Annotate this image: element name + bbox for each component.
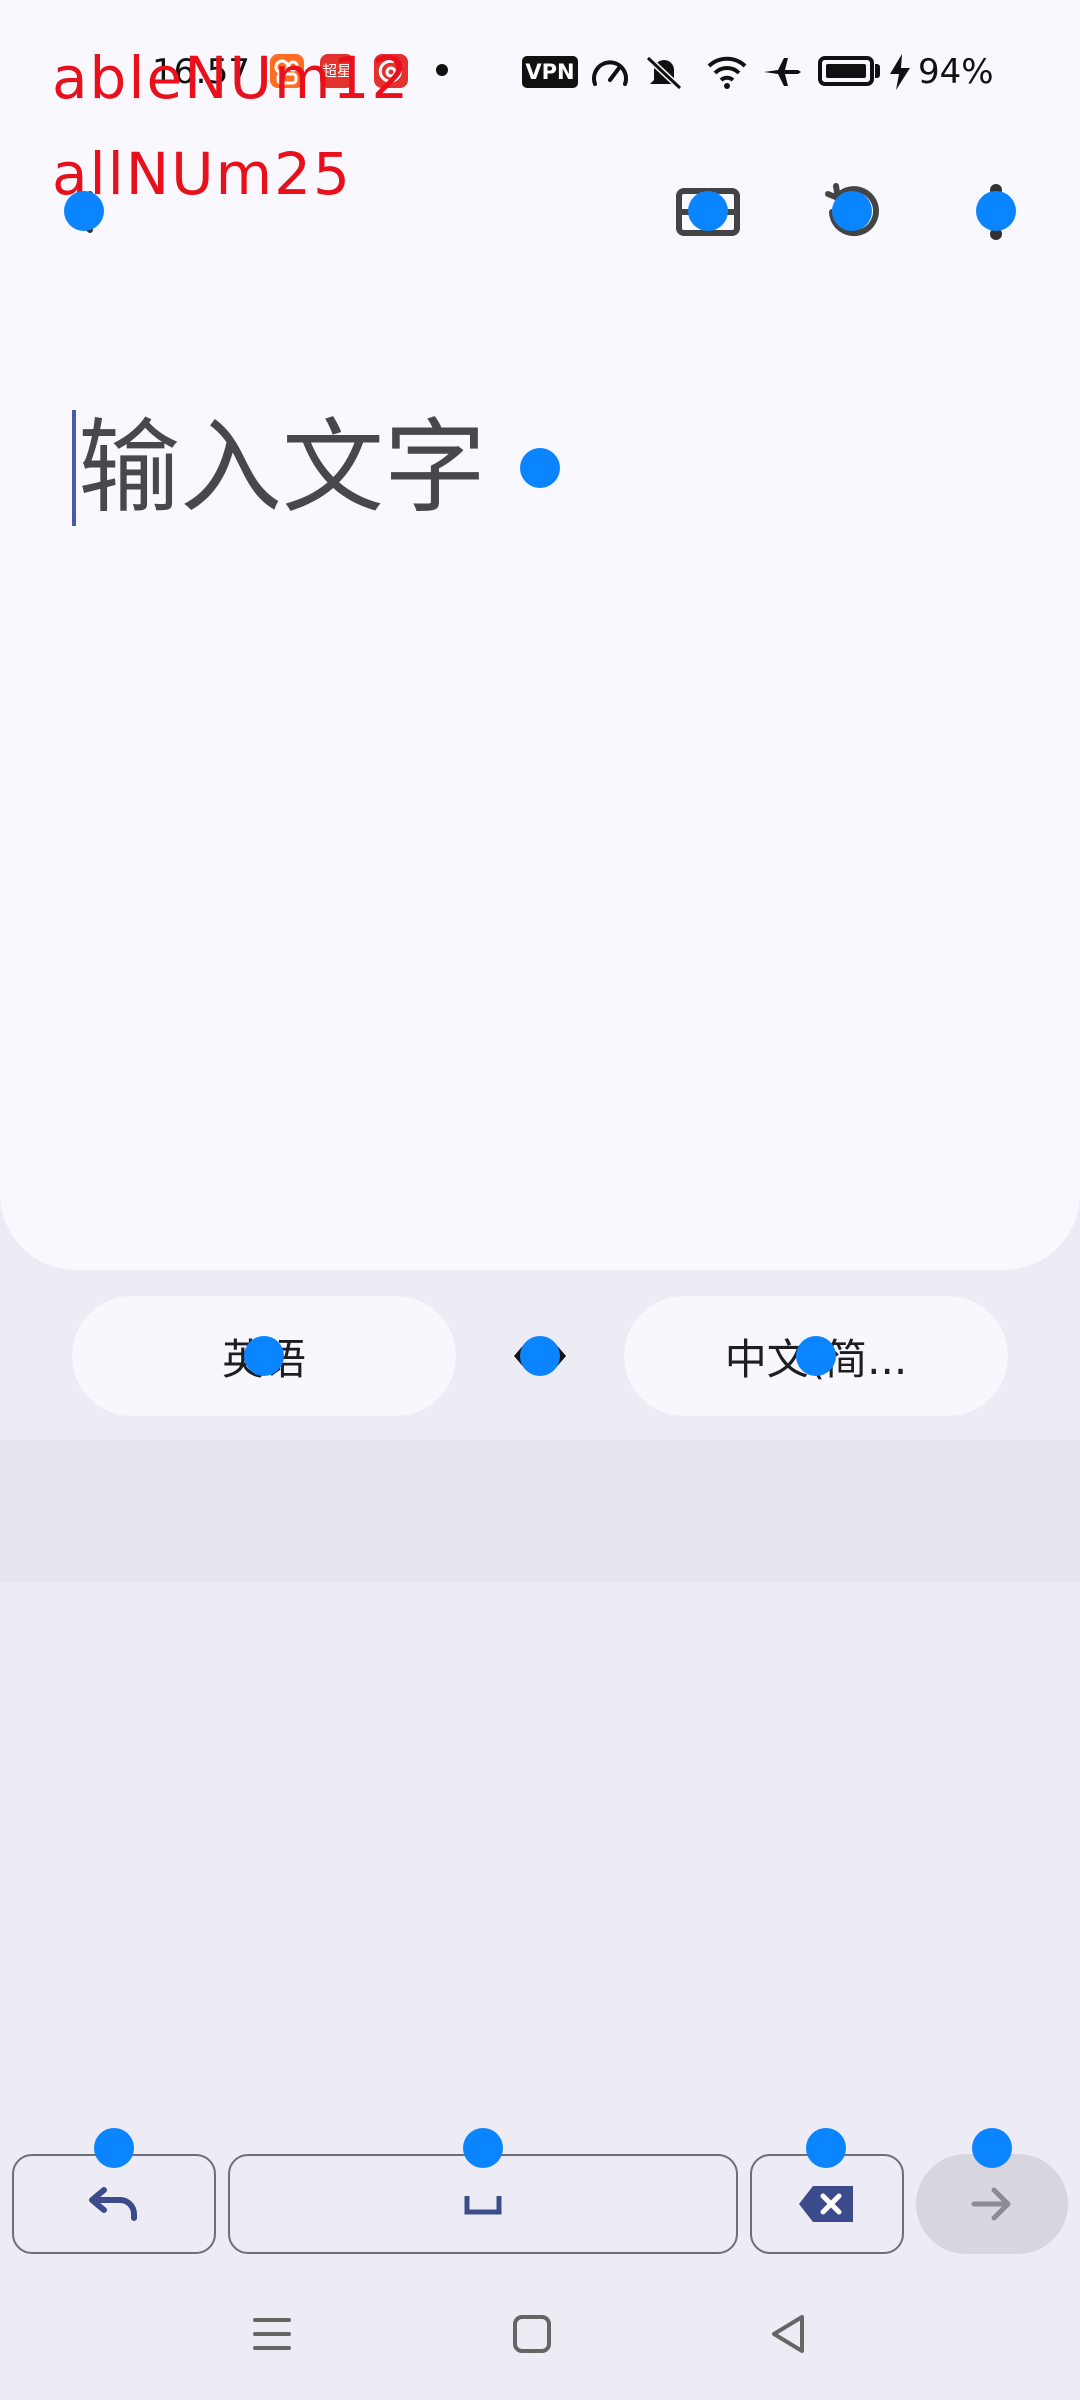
menu-icon — [253, 2318, 291, 2350]
overlay-label-able-num: ableNUm12 — [52, 44, 411, 112]
notification-dot — [436, 64, 448, 76]
charging-icon — [888, 54, 912, 90]
vpn-badge: VPN — [522, 56, 578, 88]
suggestion-bar — [0, 1440, 1080, 1582]
delete-key[interactable] — [750, 2154, 904, 2254]
touch-marker-delete — [806, 2128, 846, 2168]
nav-home-button[interactable] — [500, 2302, 564, 2366]
touch-marker-more — [976, 191, 1016, 231]
battery-icon — [818, 56, 874, 86]
space-icon — [464, 2196, 502, 2215]
touch-marker-next — [972, 2128, 1012, 2168]
backspace-icon — [799, 2186, 853, 2222]
touch-marker-input — [520, 448, 560, 488]
back-triangle-icon — [772, 2315, 804, 2353]
touch-marker-target-language — [796, 1336, 836, 1376]
wifi-icon — [706, 54, 747, 90]
mute-icon — [644, 54, 684, 91]
text-caret — [72, 410, 76, 526]
touch-marker-space — [463, 2128, 503, 2168]
touch-marker-undo — [94, 2128, 134, 2168]
input-placeholder: 输入文字 — [78, 409, 486, 528]
undo-icon — [89, 2187, 137, 2221]
touch-marker-swap — [520, 1336, 560, 1376]
touch-marker-history — [832, 191, 872, 231]
touch-marker-back — [64, 191, 104, 231]
touch-marker-scan — [688, 191, 728, 231]
nav-menu-button[interactable] — [240, 2302, 304, 2366]
speed-icon — [590, 54, 630, 90]
space-key[interactable] — [228, 2154, 738, 2254]
next-key[interactable] — [916, 2154, 1068, 2254]
translate-screen: 16:57 超星 VPN 94% ableNUm12 allNUm25 输入文字 — [0, 0, 1080, 2400]
home-icon — [513, 2315, 551, 2353]
touch-marker-source-language — [244, 1336, 284, 1376]
nav-back-button[interactable] — [756, 2302, 820, 2366]
battery-percent: 94% — [918, 52, 994, 92]
undo-key[interactable] — [12, 2154, 216, 2254]
arrow-right-icon — [971, 2187, 1011, 2221]
airplane-icon — [762, 54, 802, 90]
